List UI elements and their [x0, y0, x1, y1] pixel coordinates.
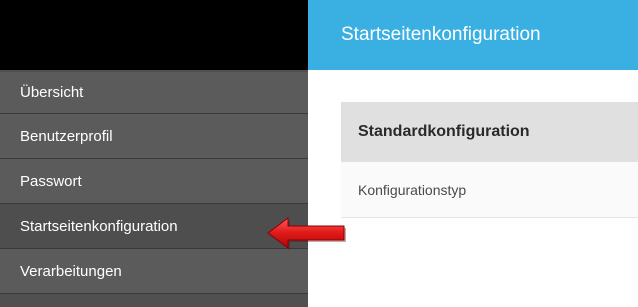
sidebar-item-label: Verarbeitungen — [20, 262, 122, 280]
config-type-row[interactable]: Konfigurationstyp — [341, 162, 638, 218]
config-type-label: Konfigurationstyp — [358, 181, 467, 198]
sidebar-top-bar — [0, 0, 308, 70]
sidebar-menu: Übersicht Benutzerprofil Passwort Starts… — [0, 72, 308, 294]
page-title: Startseitenkonfiguration — [341, 24, 541, 45]
sidebar-item-label: Übersicht — [20, 84, 84, 101]
main-content: Standardkonfiguration Konfigurationstyp — [308, 70, 638, 307]
sidebar: Übersicht Benutzerprofil Passwort Starts… — [0, 0, 308, 307]
sidebar-item-benutzerprofil[interactable]: Benutzerprofil — [0, 114, 308, 159]
config-panel: Standardkonfiguration Konfigurationstyp — [341, 102, 638, 218]
sidebar-item-uebersicht[interactable]: Übersicht — [0, 72, 308, 114]
sidebar-item-label: Passwort — [20, 172, 82, 190]
sidebar-item-label: Startseitenkonfiguration — [20, 217, 178, 235]
app-window: Übersicht Benutzerprofil Passwort Starts… — [0, 0, 638, 307]
sidebar-item-label: Benutzerprofil — [20, 127, 113, 145]
sidebar-item-verarbeitungen[interactable]: Verarbeitungen — [0, 249, 308, 294]
sidebar-item-passwort[interactable]: Passwort — [0, 159, 308, 204]
page-header: Startseitenkonfiguration — [308, 0, 638, 70]
red-arrow-left-icon — [267, 217, 346, 250]
panel-heading: Standardkonfiguration — [341, 102, 638, 162]
sidebar-item-startseitenkonfiguration[interactable]: Startseitenkonfiguration — [0, 204, 308, 249]
